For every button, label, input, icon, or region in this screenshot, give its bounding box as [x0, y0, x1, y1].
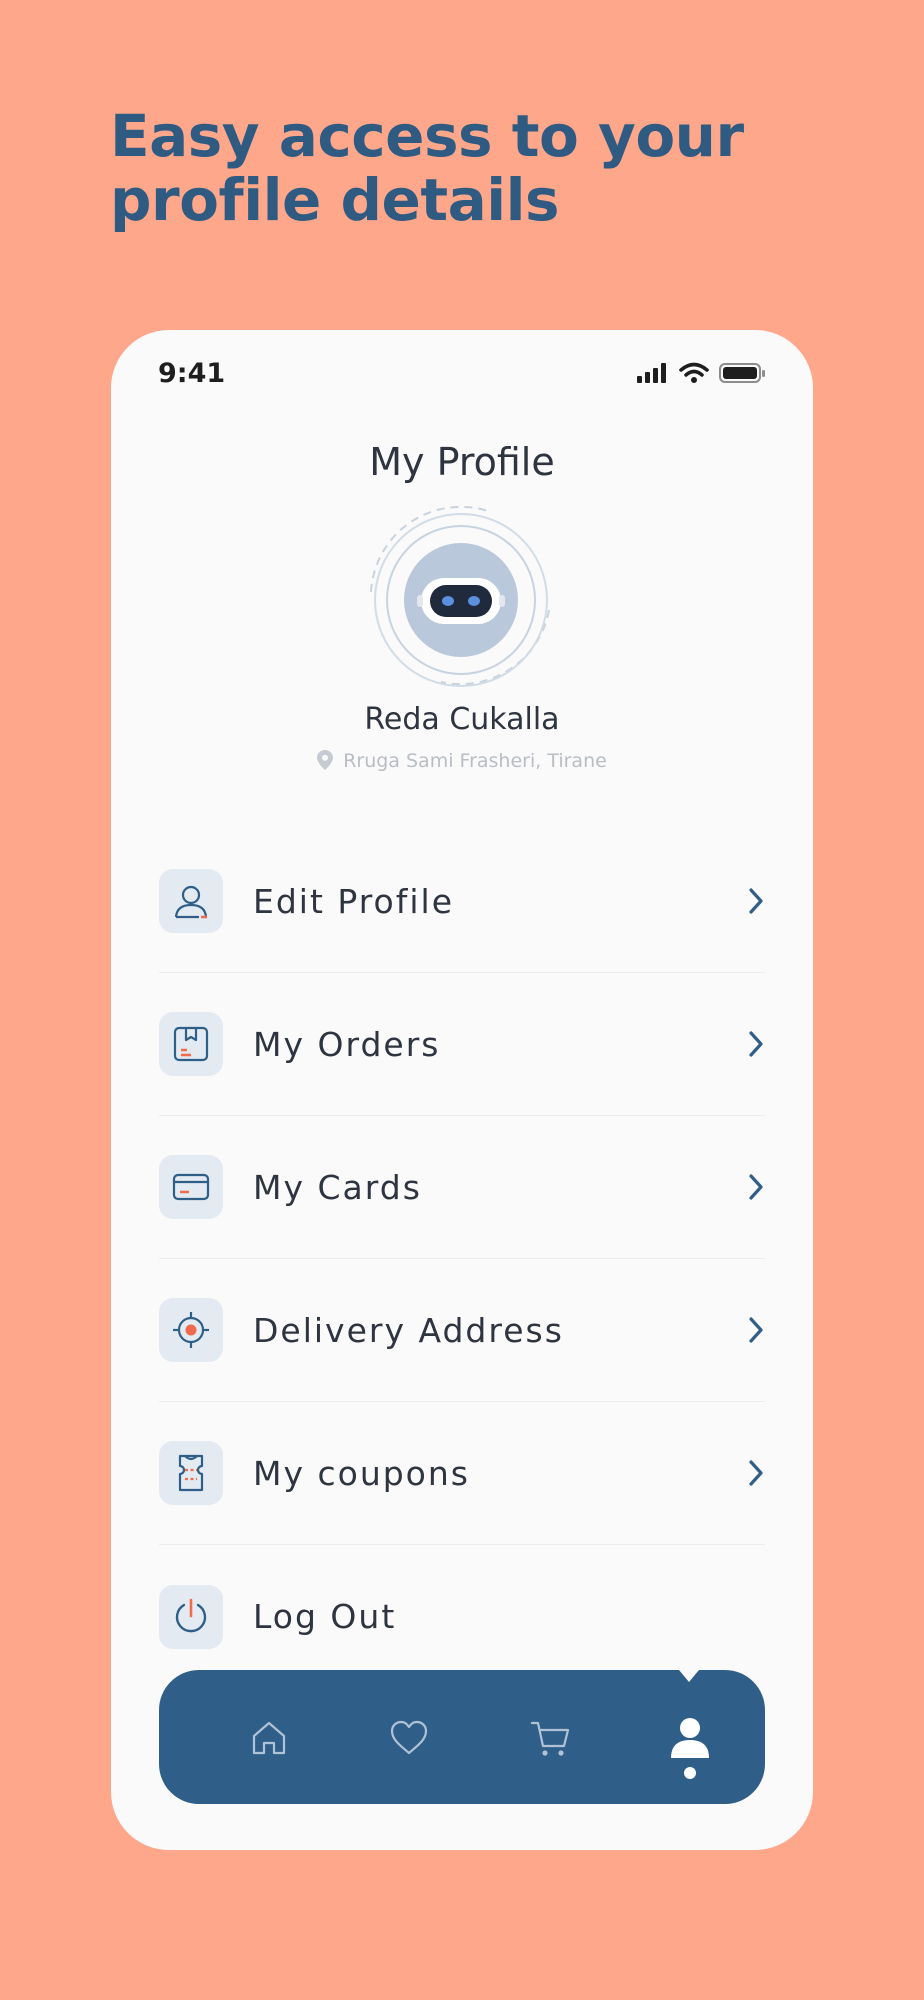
- menu-label: My Orders: [253, 1024, 441, 1064]
- ticket-icon: [178, 1454, 204, 1492]
- chevron-right-icon: [749, 1174, 763, 1200]
- status-time: 9:41: [158, 358, 226, 389]
- menu-item-my-cards[interactable]: My Cards: [159, 1116, 765, 1259]
- nav-cart[interactable]: [523, 1710, 579, 1766]
- user-icon: [174, 885, 208, 919]
- target-icon: [173, 1312, 209, 1348]
- power-icon: [175, 1598, 207, 1632]
- phone-screen: 9:41 My Profile Reda Cukalla Rruga Sami …: [111, 330, 813, 1850]
- battery-icon: [719, 363, 765, 383]
- wifi-icon: [679, 362, 709, 383]
- menu-item-my-orders[interactable]: My Orders: [159, 973, 765, 1116]
- nav-home[interactable]: [241, 1710, 297, 1766]
- nav-profile[interactable]: [662, 1710, 718, 1766]
- profile-icon: [671, 1718, 709, 1758]
- profile-menu: Edit Profile My Orders My Cards Delivery…: [159, 830, 765, 1688]
- chevron-right-icon: [749, 1031, 763, 1057]
- avatar[interactable]: [341, 500, 581, 700]
- menu-item-my-coupons[interactable]: My coupons: [159, 1402, 765, 1545]
- location-pin-icon: [317, 750, 334, 770]
- user-location: Rruga Sami Frasheri, Tirane: [111, 750, 813, 772]
- active-indicator: [669, 1658, 709, 1682]
- menu-item-edit-profile[interactable]: Edit Profile: [159, 830, 765, 973]
- menu-label: My coupons: [253, 1453, 470, 1493]
- heart-icon: [390, 1720, 428, 1755]
- nav-favorites[interactable]: [381, 1710, 437, 1766]
- menu-item-delivery-address[interactable]: Delivery Address: [159, 1259, 765, 1402]
- active-dot: [684, 1767, 696, 1779]
- menu-label: My Cards: [253, 1167, 422, 1207]
- chevron-right-icon: [749, 1317, 763, 1343]
- menu-label: Log Out: [253, 1597, 397, 1636]
- robot-icon: [417, 578, 505, 624]
- headline-line-2: profile details: [110, 166, 560, 234]
- cart-icon: [530, 1721, 570, 1756]
- page-title: My Profile: [369, 440, 555, 484]
- box-icon: [173, 1026, 209, 1062]
- home-icon: [252, 1721, 286, 1755]
- user-location-text: Rruga Sami Frasheri, Tirane: [343, 750, 607, 772]
- status-icons: [637, 362, 765, 384]
- user-name: Reda Cukalla: [364, 702, 560, 737]
- menu-label: Edit Profile: [253, 881, 455, 921]
- chevron-right-icon: [749, 1460, 763, 1486]
- menu-label: Delivery Address: [253, 1310, 564, 1350]
- card-icon: [172, 1173, 210, 1201]
- headline-line-1: Easy access to your: [110, 102, 744, 170]
- headline: Easy access to your profile details: [110, 104, 870, 232]
- signal-icon: [637, 363, 666, 383]
- chevron-right-icon: [749, 888, 763, 914]
- bottom-nav: [159, 1658, 765, 1804]
